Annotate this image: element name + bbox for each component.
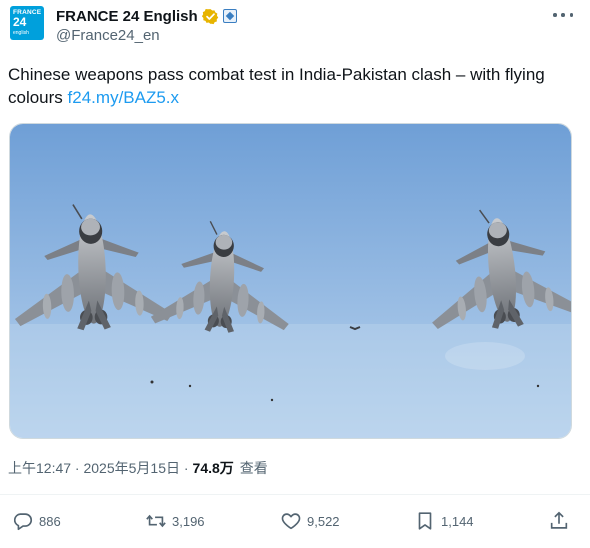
views-count: 74.8万 (192, 460, 234, 476)
reply-button[interactable]: 886 (12, 510, 61, 532)
tweet-link[interactable]: f24.my/BAZ5.x (68, 88, 179, 107)
more-icon[interactable] (553, 8, 573, 22)
like-button[interactable]: 9,522 (280, 510, 340, 532)
tweet-text: Chinese weapons pass combat test in Indi… (8, 63, 583, 109)
fighter-jets-photo (10, 124, 571, 438)
handle[interactable]: @France24_en (56, 27, 160, 44)
share-icon (550, 511, 568, 529)
repost-count: 3,196 (172, 513, 205, 529)
reply-icon (13, 513, 33, 531)
verified-badge-icon[interactable] (201, 8, 219, 25)
display-name[interactable]: FRANCE 24 English (56, 8, 198, 25)
timestamp[interactable]: 上午12:47 · 2025年5月15日 · (8, 458, 189, 478)
avatar-logo-line2: 24 (13, 15, 27, 29)
avatar-logo-line3: english (13, 30, 29, 36)
affiliation-icon[interactable] (222, 9, 237, 23)
like-count: 9,522 (307, 513, 340, 529)
bookmark-button[interactable]: 1,144 (414, 510, 474, 532)
bookmark-count: 1,144 (441, 513, 474, 529)
views-label: 查看 (239, 460, 268, 476)
tweet-media-image[interactable] (9, 123, 572, 439)
share-button[interactable] (548, 510, 570, 532)
avatar[interactable]: FRANCE 24 english (10, 6, 44, 40)
repost-button[interactable]: 3,196 (145, 510, 205, 532)
divider (0, 494, 590, 495)
like-icon (281, 513, 301, 530)
author-name-row: FRANCE 24 English (56, 6, 237, 26)
reply-count: 886 (39, 513, 61, 529)
repost-icon (146, 514, 166, 528)
tweet-card[interactable]: FRANCE 24 english FRANCE 24 English @Fra… (0, 0, 590, 548)
bookmark-icon (418, 512, 432, 530)
tweet-meta: 上午12:47 · 2025年5月15日 · 74.8万 查看 (8, 458, 268, 478)
